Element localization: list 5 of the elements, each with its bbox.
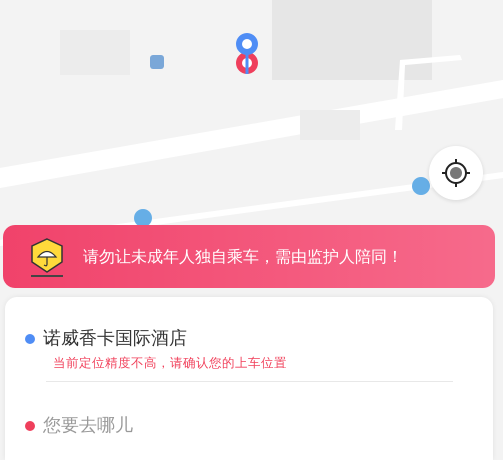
destination-field[interactable]: 您要去哪儿 [43,412,343,440]
pickup-location[interactable]: 诺威香卡国际酒店 [43,327,187,350]
accuracy-warning: 当前定位精度不高，请确认您的上车位置 [52,354,288,372]
target-icon [440,157,472,189]
warning-text: 请勿让未成年人独自乘车，需由监护人陪同！ [83,246,403,268]
